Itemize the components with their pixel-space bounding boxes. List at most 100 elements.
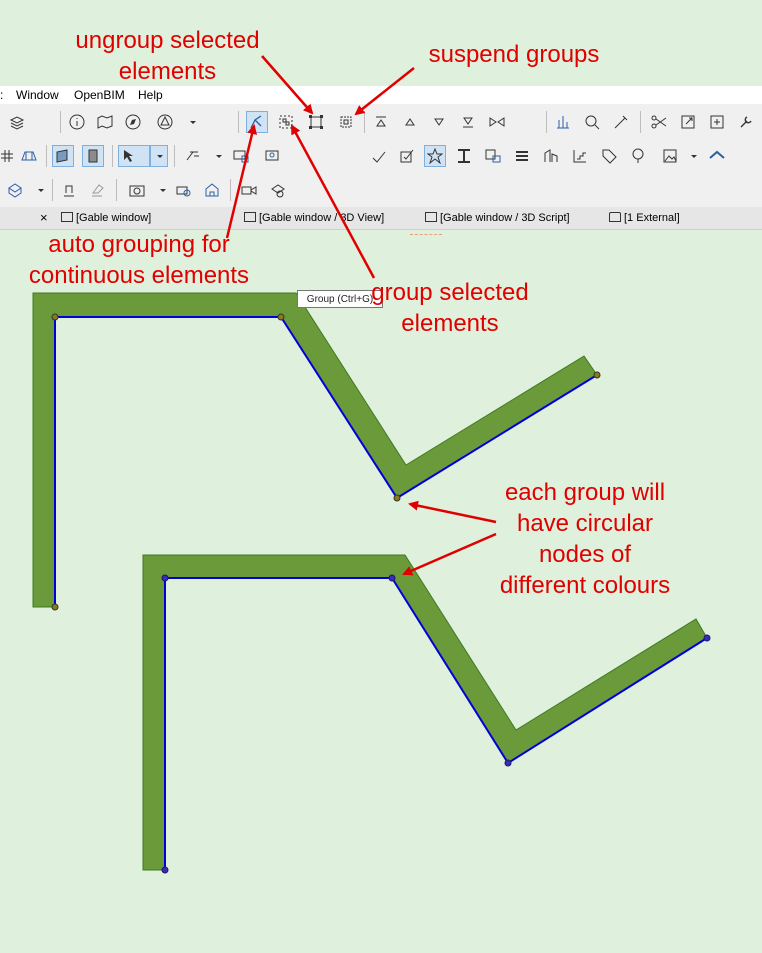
tree-icon — [632, 148, 644, 163]
window-tool-button[interactable] — [482, 145, 504, 167]
menu-item-window[interactable]: Window — [16, 88, 59, 102]
stack-icon — [516, 151, 528, 161]
node-1[interactable] — [51, 313, 59, 321]
image-dropdown[interactable] — [683, 145, 705, 167]
bring-to-front-button[interactable] — [370, 111, 392, 133]
send-backward-button[interactable] — [428, 111, 450, 133]
pointer-dropdown[interactable] — [150, 145, 168, 167]
menu-item-openbim[interactable]: OpenBIM — [74, 88, 125, 102]
building-icon — [205, 183, 219, 197]
grid-icon — [1, 150, 13, 162]
auto-group-icon — [250, 115, 262, 129]
info-button[interactable] — [66, 111, 88, 133]
landscape-button[interactable] — [627, 145, 649, 167]
node-1[interactable] — [161, 574, 169, 582]
wrench-icon — [740, 116, 752, 128]
roof-icon — [709, 150, 725, 159]
send-backward-icon — [434, 118, 444, 126]
publisher-button[interactable] — [230, 145, 252, 167]
column-tool-icon — [88, 149, 98, 163]
toolbar-row-3 — [0, 174, 762, 207]
mirror-button[interactable] — [486, 111, 508, 133]
menu-item-partial[interactable]: : — [0, 88, 3, 102]
morph-button[interactable] — [540, 145, 562, 167]
dimension-button[interactable] — [182, 145, 204, 167]
tag-icon — [602, 149, 617, 164]
label-icon — [372, 151, 386, 163]
explode-icon — [710, 115, 724, 129]
dimension-icon — [186, 151, 199, 161]
script-icon — [425, 212, 437, 222]
map-button[interactable] — [94, 111, 116, 133]
beam-button[interactable] — [453, 145, 475, 167]
node-4[interactable] — [703, 634, 711, 642]
layers-button[interactable] — [6, 111, 28, 133]
node-5[interactable] — [51, 603, 59, 611]
tab-gable-window-3d-script[interactable]: [Gable window / 3D Script] — [425, 207, 570, 229]
chevron-down-icon — [190, 121, 196, 124]
camera-button[interactable] — [126, 179, 148, 201]
pointer-tool-button[interactable] — [118, 145, 150, 167]
eraser-button[interactable] — [86, 179, 108, 201]
3d-window-button[interactable] — [4, 179, 26, 201]
stack-button[interactable] — [511, 145, 533, 167]
node-2[interactable] — [388, 574, 396, 582]
video-button[interactable] — [238, 179, 260, 201]
chevron-down-icon — [160, 189, 166, 192]
suspend-groups-button[interactable] — [335, 111, 357, 133]
tab-gable-window-3d-view[interactable]: [Gable window / 3D View] — [244, 207, 384, 229]
tab-1-external[interactable]: [1 External] — [609, 207, 680, 229]
morph-icon — [544, 149, 558, 162]
find-icon — [585, 115, 600, 130]
find-button[interactable] — [581, 111, 603, 133]
resize-button[interactable] — [677, 111, 699, 133]
bring-forward-button[interactable] — [399, 111, 421, 133]
slab-button[interactable] — [18, 145, 40, 167]
ungroup-button[interactable] — [305, 111, 327, 133]
paint-button[interactable] — [58, 179, 80, 201]
column-tool-button[interactable] — [82, 145, 104, 167]
node-4[interactable] — [593, 371, 601, 379]
dimension-dropdown[interactable] — [208, 145, 230, 167]
3d-window-dropdown[interactable] — [30, 179, 52, 201]
image-button[interactable] — [659, 145, 681, 167]
resize-icon — [681, 115, 695, 129]
tab-gable-window[interactable]: [Gable window] — [61, 207, 151, 229]
grid-button[interactable] — [0, 145, 16, 167]
label-button[interactable] — [368, 145, 390, 167]
shape-button[interactable] — [154, 111, 176, 133]
node-3[interactable] — [504, 759, 512, 767]
split-button[interactable] — [648, 111, 670, 133]
roof-button[interactable] — [706, 145, 728, 167]
settings-button[interactable] — [735, 111, 757, 133]
wall-tool-button[interactable] — [52, 145, 74, 167]
building-button[interactable] — [201, 179, 223, 201]
print-button[interactable] — [172, 179, 194, 201]
node-5[interactable] — [161, 866, 169, 874]
plan-icon — [61, 212, 73, 222]
walkthrough-button[interactable] — [267, 179, 289, 201]
compass-button[interactable] — [122, 111, 144, 133]
group-button[interactable] — [275, 111, 297, 133]
chevron-down-icon — [157, 155, 163, 158]
node-2[interactable] — [277, 313, 285, 321]
explode-button[interactable] — [706, 111, 728, 133]
menu-item-help[interactable]: Help — [138, 88, 163, 102]
tag-button[interactable] — [598, 145, 620, 167]
node-3[interactable] — [393, 494, 401, 502]
magic-wand-button[interactable] — [610, 111, 632, 133]
check-icon — [400, 149, 414, 163]
bring-forward-icon — [405, 118, 415, 126]
favorites-button[interactable] — [424, 145, 446, 167]
stair-button[interactable] — [569, 145, 591, 167]
dropdown-arrow[interactable] — [182, 111, 204, 133]
elevation-button[interactable] — [552, 111, 574, 133]
dashed-marker — [410, 234, 442, 237]
send-to-back-button[interactable] — [457, 111, 479, 133]
close-tab-button[interactable]: × — [40, 207, 54, 229]
render-button[interactable] — [262, 145, 284, 167]
auto-grouping-button[interactable] — [246, 111, 268, 133]
camera-dropdown[interactable] — [152, 179, 174, 201]
check-button[interactable] — [396, 145, 418, 167]
camera-icon — [129, 185, 145, 197]
